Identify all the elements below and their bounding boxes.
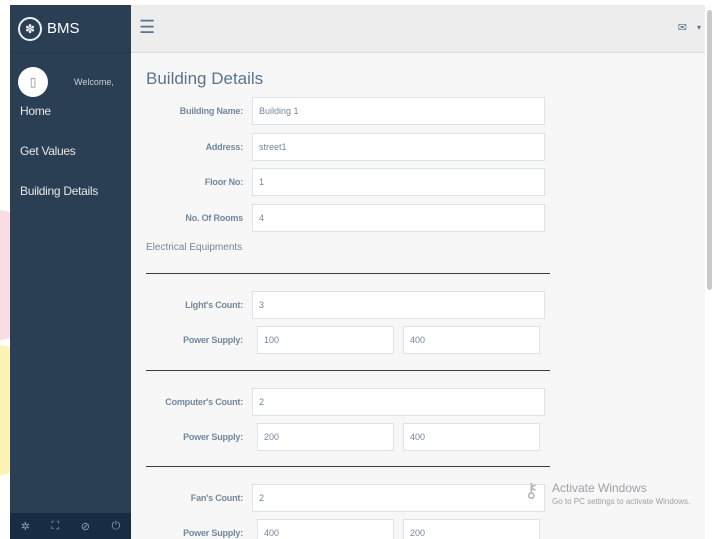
rooms-label: No. Of Rooms: [185, 213, 243, 223]
computers-count-label: Computer's Count:: [165, 397, 243, 407]
computers-power-input-1[interactable]: 200: [257, 423, 394, 451]
computers-count-input[interactable]: 2: [252, 388, 545, 416]
address-input[interactable]: street1: [252, 133, 545, 161]
scrollbar[interactable]: [705, 5, 714, 539]
profile: ▯ Welcome,: [10, 53, 131, 97]
rooms-row: No. Of Rooms: [131, 204, 243, 232]
divider: [146, 273, 550, 274]
fans-count-input[interactable]: 2: [252, 484, 545, 512]
sidebar: ✽ BMS ▯ Welcome, Home Get Values Buildin…: [10, 5, 131, 539]
paw-icon: ✽: [18, 16, 42, 41]
fullscreen-icon[interactable]: ⛶: [52, 520, 60, 533]
watermark-title: Activate Windows: [552, 481, 647, 495]
chevron-down-icon[interactable]: ▾: [697, 23, 701, 32]
fans-count-row: Fan's Count:: [131, 484, 243, 512]
computers-power-label: Power Supply:: [183, 432, 243, 442]
computers-count-row: Computer's Count:: [131, 388, 243, 416]
floor-label: Floor No:: [204, 177, 243, 187]
computers-power-input-2[interactable]: 400: [403, 423, 540, 451]
fans-power-row: Power Supply:: [131, 519, 243, 539]
floor-row: Floor No:: [131, 168, 243, 196]
lights-count-input[interactable]: 3: [252, 291, 545, 319]
page-title: Building Details: [146, 69, 264, 88]
activation-watermark: Activate Windows Go to PC settings to ac…: [552, 481, 690, 506]
sidebar-item-home[interactable]: Home: [10, 101, 131, 141]
computers-power-row: Power Supply:: [131, 423, 243, 451]
main-content: Building Details Building Name: Building…: [131, 53, 705, 539]
lights-power-input-1[interactable]: 100: [257, 326, 394, 354]
electrical-section-label: Electrical Equipments: [146, 242, 243, 253]
fans-power-input-2[interactable]: 200: [403, 519, 540, 539]
menu-toggle-icon[interactable]: ☰: [139, 17, 155, 38]
divider: [146, 370, 550, 371]
lights-power-input-2[interactable]: 400: [403, 326, 540, 354]
lights-power-label: Power Supply:: [183, 335, 243, 345]
eye-slash-icon[interactable]: ⊘: [81, 520, 90, 533]
rooms-input[interactable]: 4: [252, 204, 545, 232]
address-row: Address:: [131, 133, 244, 161]
avatar[interactable]: ▯: [18, 67, 48, 97]
address-label: Address:: [205, 142, 244, 152]
sidebar-menu: Home Get Values Building Details: [10, 101, 131, 221]
power-icon[interactable]: ⏻: [112, 520, 121, 533]
sidebar-item-get-values[interactable]: Get Values: [10, 141, 131, 181]
brand-name: BMS: [47, 20, 80, 37]
lights-count-label: Light's Count:: [185, 300, 243, 310]
scrollbar-thumb[interactable]: [707, 10, 712, 290]
key-icon: ⚷: [524, 480, 539, 502]
divider: [146, 466, 550, 467]
fans-count-label: Fan's Count:: [190, 493, 243, 503]
lights-power-row: Power Supply:: [131, 326, 243, 354]
fans-power-input-1[interactable]: 400: [257, 519, 394, 539]
brand[interactable]: ✽ BMS: [10, 5, 131, 53]
welcome-text: Welcome,: [74, 77, 114, 87]
settings-icon[interactable]: ✲: [21, 520, 30, 533]
floor-input[interactable]: 1: [252, 168, 545, 196]
watermark-subtitle: Go to PC settings to activate Windows.: [552, 497, 691, 506]
lights-count-row: Light's Count:: [131, 291, 243, 319]
top-navbar: ☰ ✉ ▾: [131, 5, 705, 53]
building-name-row: Building Name:: [131, 97, 243, 125]
fans-power-label: Power Supply:: [183, 528, 243, 538]
building-name-label: Building Name:: [179, 106, 243, 116]
building-name-input[interactable]: Building 1: [252, 97, 545, 125]
sidebar-footer: ✲ ⛶ ⊘ ⏻: [10, 513, 131, 539]
mail-icon[interactable]: ✉: [678, 21, 687, 34]
sidebar-item-building-details[interactable]: Building Details: [10, 181, 131, 221]
